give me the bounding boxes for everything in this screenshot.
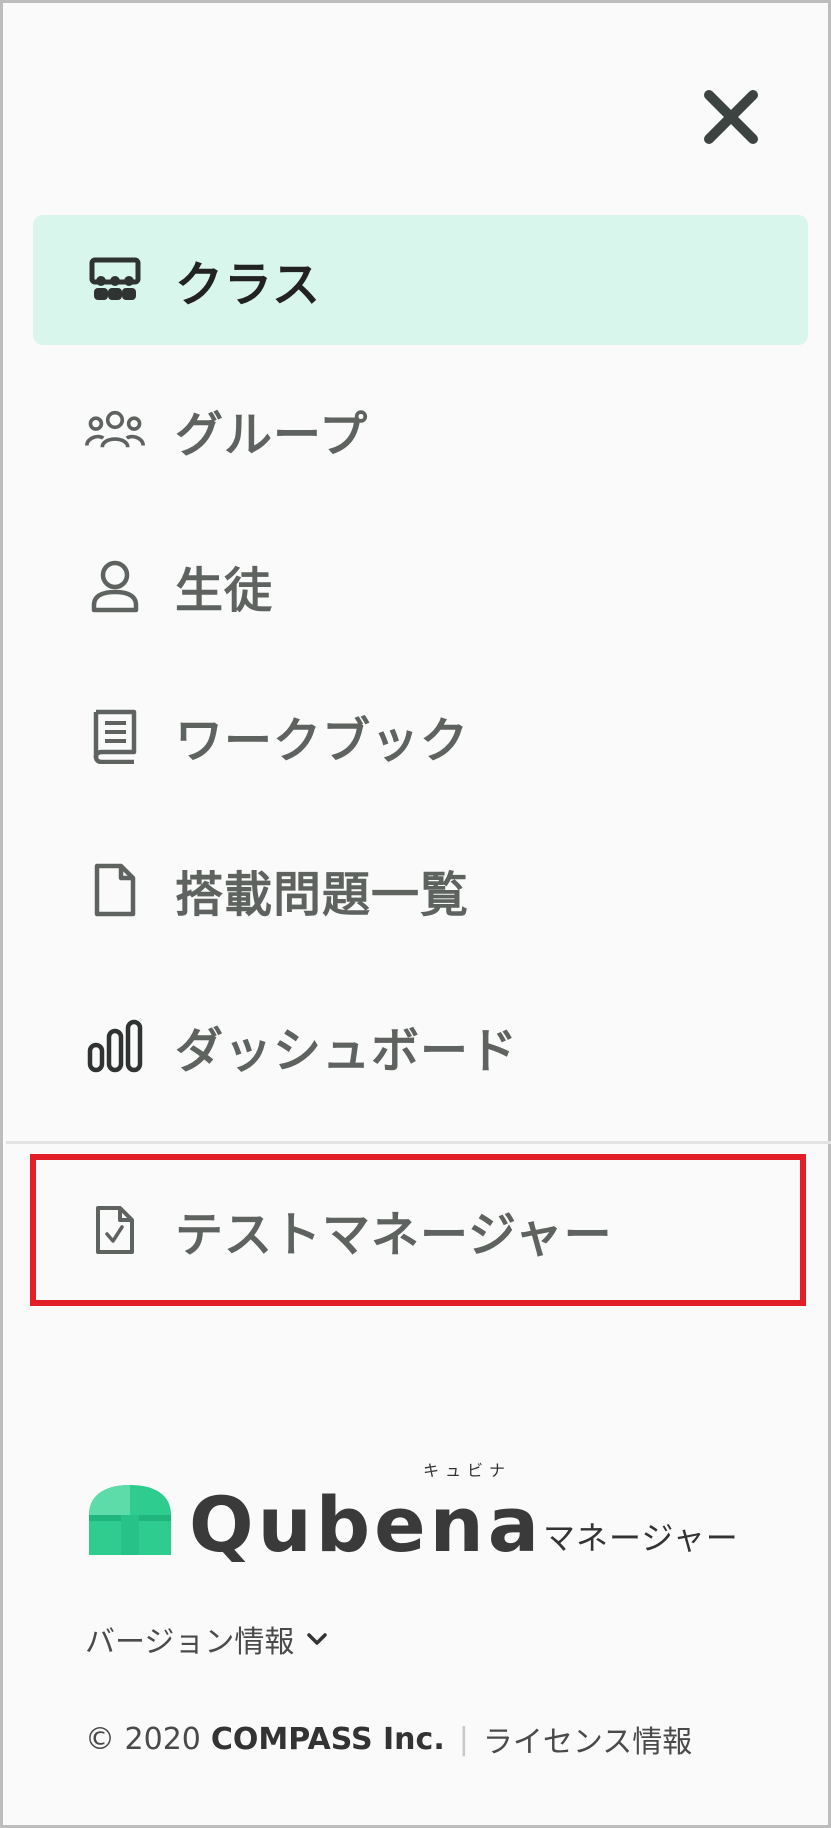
side-menu: クラス グループ 生徒 ワークブック 搭載問題一覧 ダッシュボード テストマネー… xyxy=(0,0,831,1828)
workbook-icon xyxy=(85,706,145,766)
qubena-logo: Qubena キュビナ マネージャー xyxy=(85,1461,765,1569)
nav-item-label: クラス xyxy=(175,257,322,313)
nav-item-student[interactable]: 生徒 xyxy=(33,521,808,651)
nav-item-label: グループ xyxy=(175,407,369,463)
chevron-down-icon xyxy=(307,1633,328,1645)
nav-item-dashboard[interactable]: ダッシュボード xyxy=(33,981,808,1111)
group-icon xyxy=(85,400,145,460)
close-icon xyxy=(704,90,758,144)
logo-mark xyxy=(89,1485,171,1555)
nav-item-test-manager[interactable]: テストマネージャー xyxy=(33,1165,808,1295)
version-info-toggle[interactable]: バージョン情報 xyxy=(85,1617,328,1661)
nav-item-class[interactable]: クラス xyxy=(33,215,808,345)
divider xyxy=(6,1141,831,1144)
bar-chart-icon xyxy=(85,1016,145,1076)
student-icon xyxy=(85,556,145,616)
logo-ruby: キュビナ xyxy=(423,1461,512,1480)
nav-item-label: ワークブック xyxy=(175,713,470,769)
footer: © 2020 COMPASS Inc. | ライセンス情報 xyxy=(85,1717,692,1761)
test-document-icon xyxy=(85,1200,145,1260)
nav-item-label: ダッシュボード xyxy=(175,1023,519,1079)
logo-subtitle: マネージャー xyxy=(543,1519,739,1557)
license-info-link[interactable]: ライセンス情報 xyxy=(483,1717,692,1761)
logo-wordmark: Qubena xyxy=(189,1480,544,1569)
nav-item-label: 搭載問題一覧 xyxy=(175,867,470,923)
footer-separator: | xyxy=(458,1721,469,1757)
company-name: COMPASS Inc. xyxy=(210,1721,445,1757)
close-button[interactable] xyxy=(689,75,773,159)
nav-item-label: テストマネージャー xyxy=(175,1207,613,1263)
nav-item-label: 生徒 xyxy=(175,563,274,619)
nav-item-group[interactable]: グループ xyxy=(33,365,808,495)
document-icon xyxy=(85,860,145,920)
version-info-label: バージョン情報 xyxy=(85,1625,295,1660)
class-icon xyxy=(85,250,145,310)
nav-item-workbook[interactable]: ワークブック xyxy=(33,671,808,801)
copyright: © 2020 xyxy=(85,1721,201,1757)
nav-item-problem-list[interactable]: 搭載問題一覧 xyxy=(33,825,808,955)
